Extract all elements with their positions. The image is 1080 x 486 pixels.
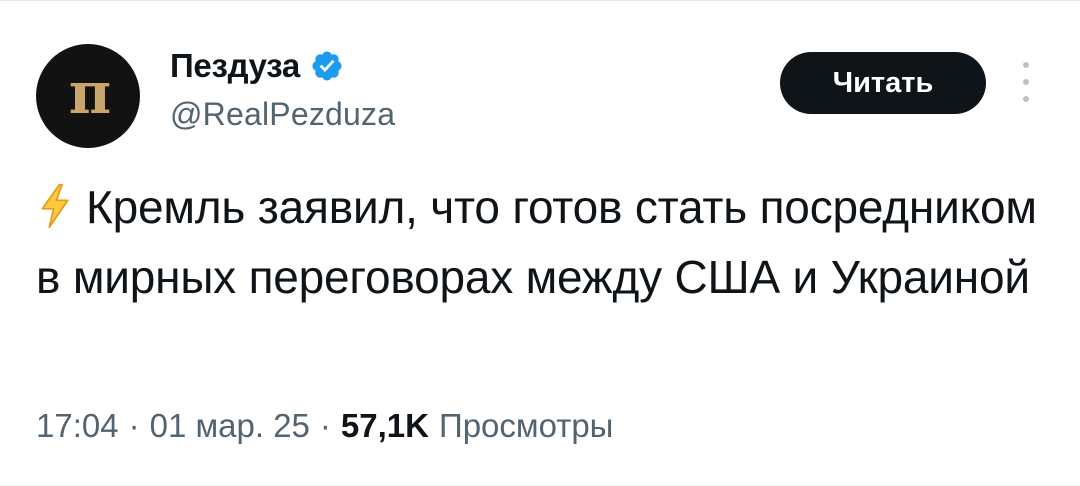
follow-button[interactable]: Читать xyxy=(780,52,986,114)
author-name-row: Пездуза xyxy=(170,44,344,88)
more-dot xyxy=(1023,62,1029,68)
views-count[interactable]: 57,1K xyxy=(341,407,429,445)
tweet-meta: 17:04 · 01 мар. 25 · 57,1K Просмотры xyxy=(36,402,613,450)
tweet-time[interactable]: 17:04 xyxy=(36,407,119,445)
author-display-name[interactable]: Пездуза xyxy=(170,47,300,85)
tweet-body: Кремль заявил, что готов стать посредник… xyxy=(36,181,1037,303)
meta-separator: · xyxy=(128,407,140,444)
tweet-text-block: Кремль заявил, что готов стать посредник… xyxy=(36,172,1046,312)
more-dot xyxy=(1023,96,1029,102)
author-handle[interactable]: @RealPezduza xyxy=(170,96,395,133)
tweet-card[interactable]: п Пездуза @RealPezduza Читать Кремль зая… xyxy=(0,0,1080,486)
author-avatar[interactable]: п xyxy=(36,44,140,148)
verified-badge-icon xyxy=(312,51,342,81)
meta-separator: · xyxy=(319,407,331,444)
views-label[interactable]: Просмотры xyxy=(439,407,613,445)
lightning-icon xyxy=(41,183,69,229)
tweet-date[interactable]: 01 мар. 25 xyxy=(150,407,310,445)
more-vertical-icon[interactable] xyxy=(1014,62,1038,102)
more-dot xyxy=(1023,79,1029,85)
avatar-logo: п xyxy=(68,59,112,127)
